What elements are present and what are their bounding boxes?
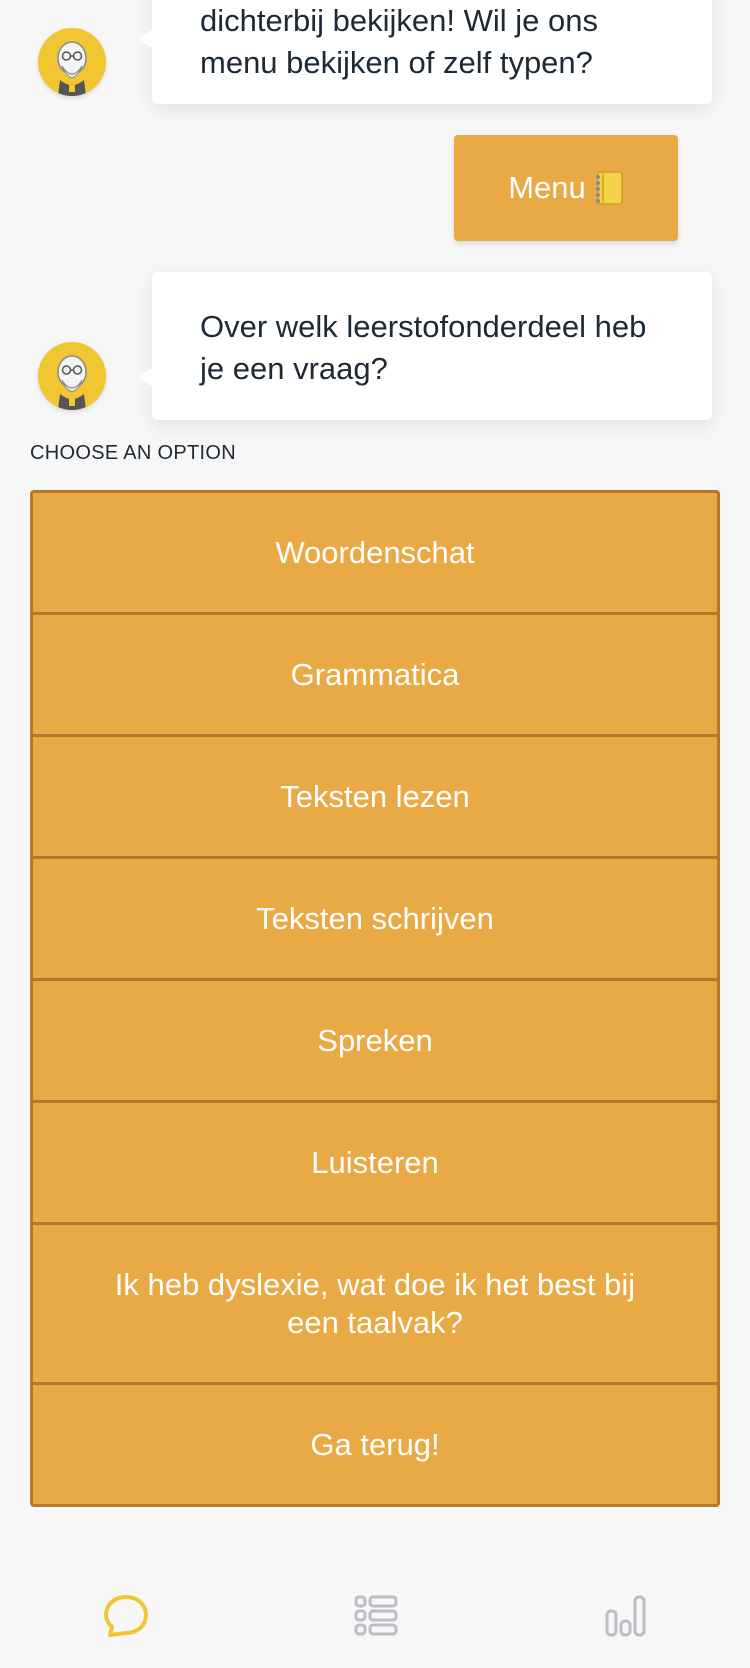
bot-message-bubble: dichterbij bekijken! Wil je ons menu bek… (138, 0, 712, 104)
nav-list-button[interactable] (346, 1590, 406, 1642)
option-button-spreken[interactable]: Spreken (33, 981, 717, 1103)
user-message-bubble: Menu (454, 135, 678, 241)
chat-bubble-icon (104, 1595, 148, 1637)
bot-message-text-line: menu bekijken of zelf typen? (200, 45, 593, 80)
list-icon (354, 1595, 398, 1636)
bar-chart-icon (605, 1595, 646, 1637)
option-button-teksten-schrijven[interactable]: Teksten schrijven (33, 859, 717, 981)
bot-message-text-line: je een vraag? (200, 351, 388, 386)
bot-message-text-line: Over welk leerstofonderdeel heb (200, 309, 647, 344)
option-button-luisteren[interactable]: Luisteren (33, 1103, 717, 1225)
bot-avatar (38, 28, 106, 96)
option-button-woordenschat[interactable]: Woordenschat (33, 493, 717, 615)
user-message-text: Menu (508, 170, 586, 205)
option-button-teksten-lezen[interactable]: Teksten lezen (33, 737, 717, 859)
bot-avatar-icon (38, 342, 106, 410)
option-button-ga-terug[interactable]: Ga terug! (33, 1385, 717, 1504)
bot-message-text-line: dichterbij bekijken! Wil je ons (200, 3, 599, 38)
option-list: Woordenschat Grammatica Teksten lezen Te… (30, 490, 720, 1507)
notebook-icon (594, 170, 624, 206)
option-button-grammatica[interactable]: Grammatica (33, 615, 717, 737)
bottom-nav (0, 1560, 750, 1668)
option-button-dyslexie[interactable]: Ik heb dyslexie, wat doe ik het best bij… (33, 1225, 717, 1385)
chat-screen: dichterbij bekijken! Wil je ons menu bek… (0, 0, 750, 1668)
nav-stats-button[interactable] (596, 1590, 656, 1642)
bot-message-bubble: Over welk leerstofonderdeel heb je een v… (138, 272, 712, 420)
choose-option-label: CHOOSE AN OPTION (30, 442, 236, 464)
nav-chat-button[interactable] (96, 1590, 156, 1642)
bot-avatar (38, 342, 106, 410)
bot-avatar-icon (38, 28, 106, 96)
